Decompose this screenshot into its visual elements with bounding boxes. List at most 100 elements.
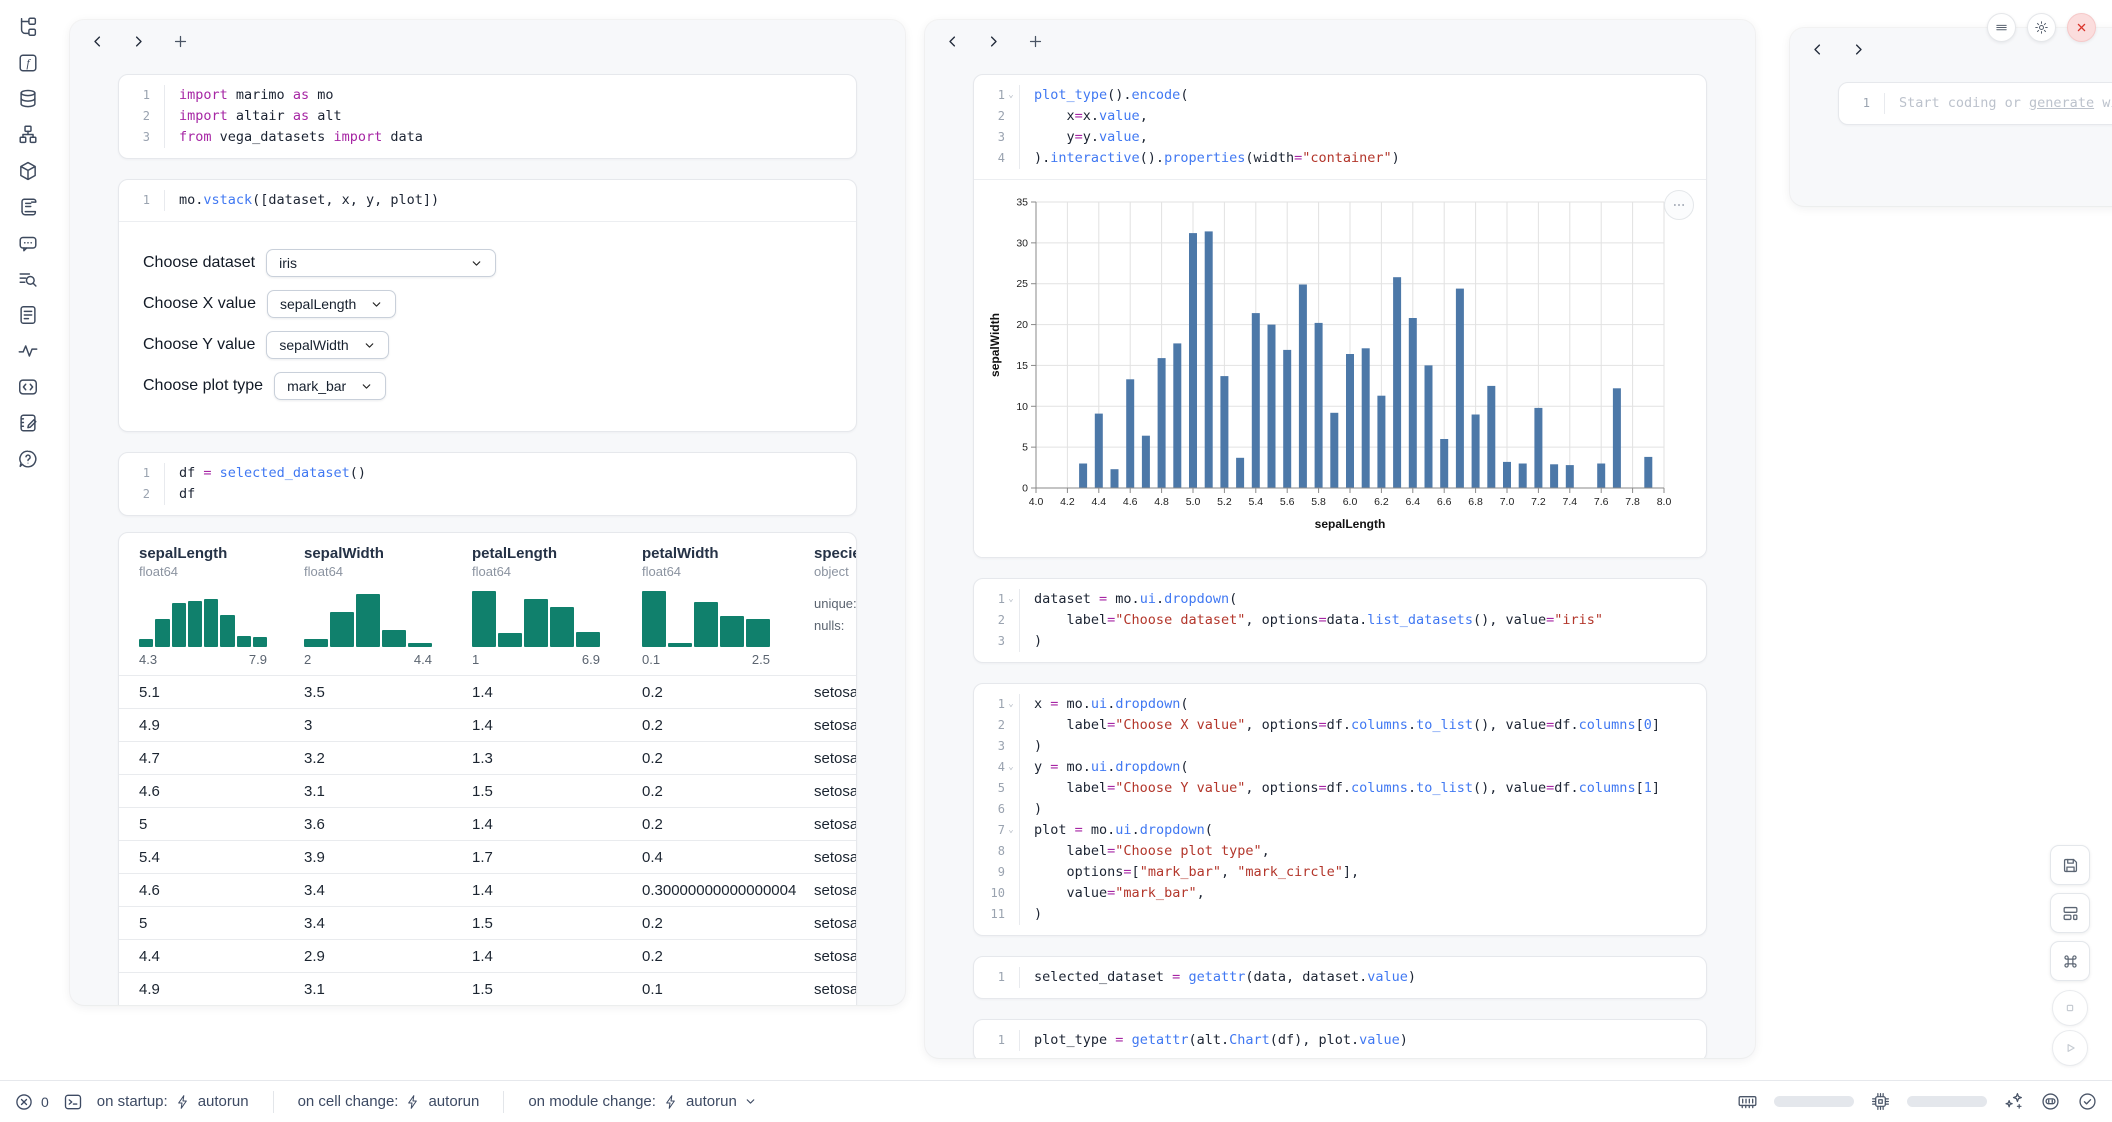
collapse-right-icon[interactable] <box>986 34 1001 49</box>
menu-button[interactable] <box>1987 13 2016 42</box>
package-icon[interactable] <box>17 160 39 182</box>
memory-icon <box>1737 1091 1758 1112</box>
table-cell: 0.2 <box>642 940 814 972</box>
on-startup-setting[interactable]: on startup: autorun <box>97 1093 249 1110</box>
help-icon[interactable] <box>17 448 39 470</box>
chevron-down-icon <box>360 380 373 393</box>
code-text: import marimo as mo <box>165 85 343 106</box>
dependency-graph-icon[interactable] <box>17 124 39 146</box>
gutter-spacer <box>1005 148 1017 169</box>
svg-text:7.0: 7.0 <box>1500 496 1515 508</box>
functions-icon[interactable]: f <box>17 52 39 74</box>
fold-icon[interactable]: ⌄ <box>1005 589 1017 610</box>
collapse-left-icon[interactable] <box>945 34 960 49</box>
dataset-dropdown-cell[interactable]: 1⌄dataset = mo.ui.dropdown(2 label="Choo… <box>973 578 1707 663</box>
gutter-spacer <box>1870 93 1882 114</box>
column-header[interactable]: sepalLengthfloat644.37.9 <box>139 545 304 667</box>
line-number: 8 <box>974 841 1020 862</box>
empty-cell[interactable]: 1 Start coding or generate with AI <box>1838 82 2112 125</box>
chart-menu-button[interactable] <box>1664 190 1694 220</box>
selected-dataset-cell[interactable]: 1 selected_dataset = getattr(data, datas… <box>973 956 1707 999</box>
choose-x-value-select[interactable]: sepalLength <box>267 290 396 318</box>
imports-cell[interactable]: 1 import marimo as mo2 import altair as … <box>118 74 857 159</box>
histogram-bar <box>550 607 574 647</box>
run-button[interactable] <box>2052 1030 2088 1066</box>
xy-plot-dropdowns-cell[interactable]: 1⌄x = mo.ui.dropdown(2 label="Choose X v… <box>973 683 1707 936</box>
table-row[interactable]: 4.93.11.50.1setosa <box>119 973 857 1005</box>
collapse-right-icon[interactable] <box>1851 42 1866 57</box>
settings-button[interactable] <box>2027 13 2056 42</box>
code-text: y=y.value, <box>1020 127 1158 148</box>
choose-plot-type-select[interactable]: mark_bar <box>274 372 386 400</box>
table-row[interactable]: 4.42.91.40.2setosa <box>119 940 857 973</box>
code-text: dataset = mo.ui.dropdown( <box>1020 589 1247 610</box>
command-palette-button[interactable] <box>2050 941 2090 981</box>
histogram-bar <box>253 637 267 647</box>
add-cell-icon[interactable] <box>1027 33 1044 50</box>
collapse-left-icon[interactable] <box>90 34 105 49</box>
snippets-icon[interactable] <box>17 376 39 398</box>
script-icon[interactable] <box>17 196 39 218</box>
sidebar: f <box>0 0 56 1080</box>
scratchpad-icon[interactable] <box>17 412 39 434</box>
svg-text:4.0: 4.0 <box>1029 496 1044 508</box>
ai-sparkles-icon[interactable] <box>2003 1091 2024 1112</box>
file-tree-icon[interactable] <box>17 16 39 38</box>
table-row[interactable]: 5.13.51.40.2setosa <box>119 676 857 709</box>
fold-icon[interactable]: ⌄ <box>1005 757 1017 778</box>
logs-icon[interactable] <box>17 268 39 290</box>
error-count: 0 <box>41 1094 49 1110</box>
setting-label: on cell change: <box>298 1093 399 1110</box>
activity-icon[interactable] <box>17 340 39 362</box>
collapse-left-icon[interactable] <box>1810 42 1825 57</box>
error-indicator[interactable]: 0 <box>14 1092 49 1112</box>
collapse-right-icon[interactable] <box>131 34 146 49</box>
stop-button[interactable] <box>2052 990 2088 1026</box>
table-row[interactable]: 4.63.11.50.2setosa <box>119 775 857 808</box>
code-text: ) <box>1020 904 1052 925</box>
plot-type-cell[interactable]: 1 plot_type = getattr(alt.Chart(df), plo… <box>973 1019 1707 1058</box>
fold-icon[interactable]: ⌄ <box>1005 694 1017 715</box>
document-icon[interactable] <box>17 304 39 326</box>
table-row[interactable]: 53.41.50.2setosa <box>119 907 857 940</box>
column-header[interactable]: sepalWidthfloat6424.4 <box>304 545 472 667</box>
chatbot-icon[interactable] <box>17 232 39 254</box>
fold-icon[interactable]: ⌄ <box>1005 85 1017 106</box>
save-button[interactable] <box>2050 845 2090 885</box>
plot-cell[interactable]: 1⌄plot_type().encode(2 x=x.value,3 y=y.v… <box>973 74 1707 558</box>
choose-dataset-select[interactable]: iris <box>266 249 496 277</box>
table-row[interactable]: 4.73.21.30.2setosa <box>119 742 857 775</box>
column-summary: unique:nulls: <box>814 593 857 637</box>
table-cell: 5.4 <box>139 841 304 873</box>
on-module-change-setting[interactable]: on module change: autorun <box>528 1093 756 1110</box>
panel-nav <box>70 20 905 62</box>
df-cell[interactable]: 1 df = selected_dataset()2 df <box>118 452 857 516</box>
choose-y-value-select[interactable]: sepalWidth <box>266 331 388 359</box>
terminal-icon[interactable] <box>63 1092 83 1112</box>
line-number: 2 <box>974 715 1020 736</box>
add-cell-icon[interactable] <box>172 33 189 50</box>
layout-button[interactable] <box>2050 893 2090 933</box>
table-row[interactable]: 5.43.91.70.4setosa <box>119 841 857 874</box>
gutter-spacer <box>1005 799 1017 820</box>
table-row[interactable]: 53.61.40.2setosa <box>119 808 857 841</box>
fold-icon[interactable]: ⌄ <box>1005 820 1017 841</box>
column-header[interactable]: petalWidthfloat640.12.5 <box>642 545 814 667</box>
table-row[interactable]: 4.931.40.2setosa <box>119 709 857 742</box>
table-cell: 4.6 <box>139 874 304 906</box>
code-line: 1 import marimo as mo <box>119 85 856 106</box>
table-row[interactable]: 4.63.41.40.30000000000000004setosa <box>119 874 857 907</box>
dropdown-row: Choose X valuesepalLength <box>143 290 832 318</box>
column-dtype: float64 <box>642 564 814 579</box>
shutdown-button[interactable] <box>2067 13 2096 42</box>
column-header[interactable]: petalLengthfloat6416.9 <box>472 545 642 667</box>
column-header[interactable]: speciesobjectunique:nulls: <box>814 545 857 667</box>
copilot-icon[interactable] <box>2040 1091 2061 1112</box>
code-text: options=["mark_bar", "mark_circle"], <box>1020 862 1369 883</box>
table-cell: 3.6 <box>304 808 472 840</box>
on-cell-change-setting[interactable]: on cell change: autorun <box>298 1093 480 1110</box>
vstack-cell[interactable]: 1 mo.vstack([dataset, x, y, plot]) Choos… <box>118 179 857 432</box>
table-cell: 3.5 <box>304 676 472 708</box>
connection-status-icon[interactable] <box>2077 1091 2098 1112</box>
database-icon[interactable] <box>17 88 39 110</box>
